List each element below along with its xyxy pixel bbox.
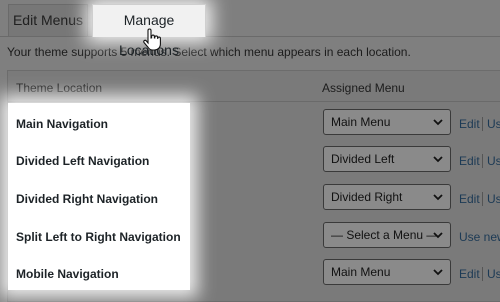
link-separator (482, 117, 483, 131)
header-divider (8, 101, 500, 102)
use-link[interactable]: Us (487, 267, 500, 281)
location-label-main-navigation: Main Navigation (16, 117, 109, 131)
menu-select-divided-left-navigation[interactable]: Divided Left (323, 146, 451, 172)
menu-select-main-navigation[interactable]: Main Menu (323, 109, 451, 135)
edit-link[interactable]: Edit (459, 192, 480, 206)
menu-select-mobile-navigation[interactable]: Main Menu (323, 259, 451, 285)
tab-divider (0, 36, 500, 37)
chevron-down-icon (433, 194, 443, 201)
use-link[interactable]: Us (487, 192, 500, 206)
menu-select-split-left-to-right-navigation[interactable]: — Select a Menu — (323, 222, 451, 248)
location-label-split-left-to-right-navigation: Split Left to Right Navigation (16, 230, 181, 244)
menu-select-value: Main Menu (331, 265, 391, 279)
link-separator (482, 192, 483, 206)
use-new-menu-link[interactable]: Use new (459, 230, 500, 244)
menu-select-value: Divided Left (331, 152, 395, 166)
column-header-assigned-menu: Assigned Menu (322, 81, 405, 95)
link-separator (482, 267, 483, 281)
column-header-theme-location: Theme Location (16, 81, 103, 95)
tab-edit-menus[interactable]: Edit Menus (8, 4, 88, 36)
location-label-mobile-navigation: Mobile Navigation (16, 267, 119, 281)
menus-description: Your theme supports 5 menus. Select whic… (7, 45, 411, 59)
link-separator (482, 154, 483, 168)
menu-select-value: — Select a Menu — (331, 228, 439, 242)
location-label-divided-right-navigation: Divided Right Navigation (16, 192, 159, 206)
chevron-down-icon (433, 232, 443, 239)
menu-select-value: Main Menu (331, 115, 391, 129)
menu-select-divided-right-navigation[interactable]: Divided Right (323, 184, 451, 210)
use-link[interactable]: Us (487, 117, 500, 131)
menu-select-value: Divided Right (331, 190, 403, 204)
use-link[interactable]: Us (487, 154, 500, 168)
edit-link[interactable]: Edit (459, 154, 480, 168)
location-label-divided-left-navigation: Divided Left Navigation (16, 154, 150, 168)
edit-link[interactable]: Edit (459, 117, 480, 131)
chevron-down-icon (433, 156, 443, 163)
edit-link[interactable]: Edit (459, 267, 480, 281)
hand-pointer-icon (143, 28, 161, 51)
chevron-down-icon (433, 119, 443, 126)
tab-bar: Edit Menus Manage Locations (0, 0, 500, 58)
chevron-down-icon (433, 269, 443, 276)
